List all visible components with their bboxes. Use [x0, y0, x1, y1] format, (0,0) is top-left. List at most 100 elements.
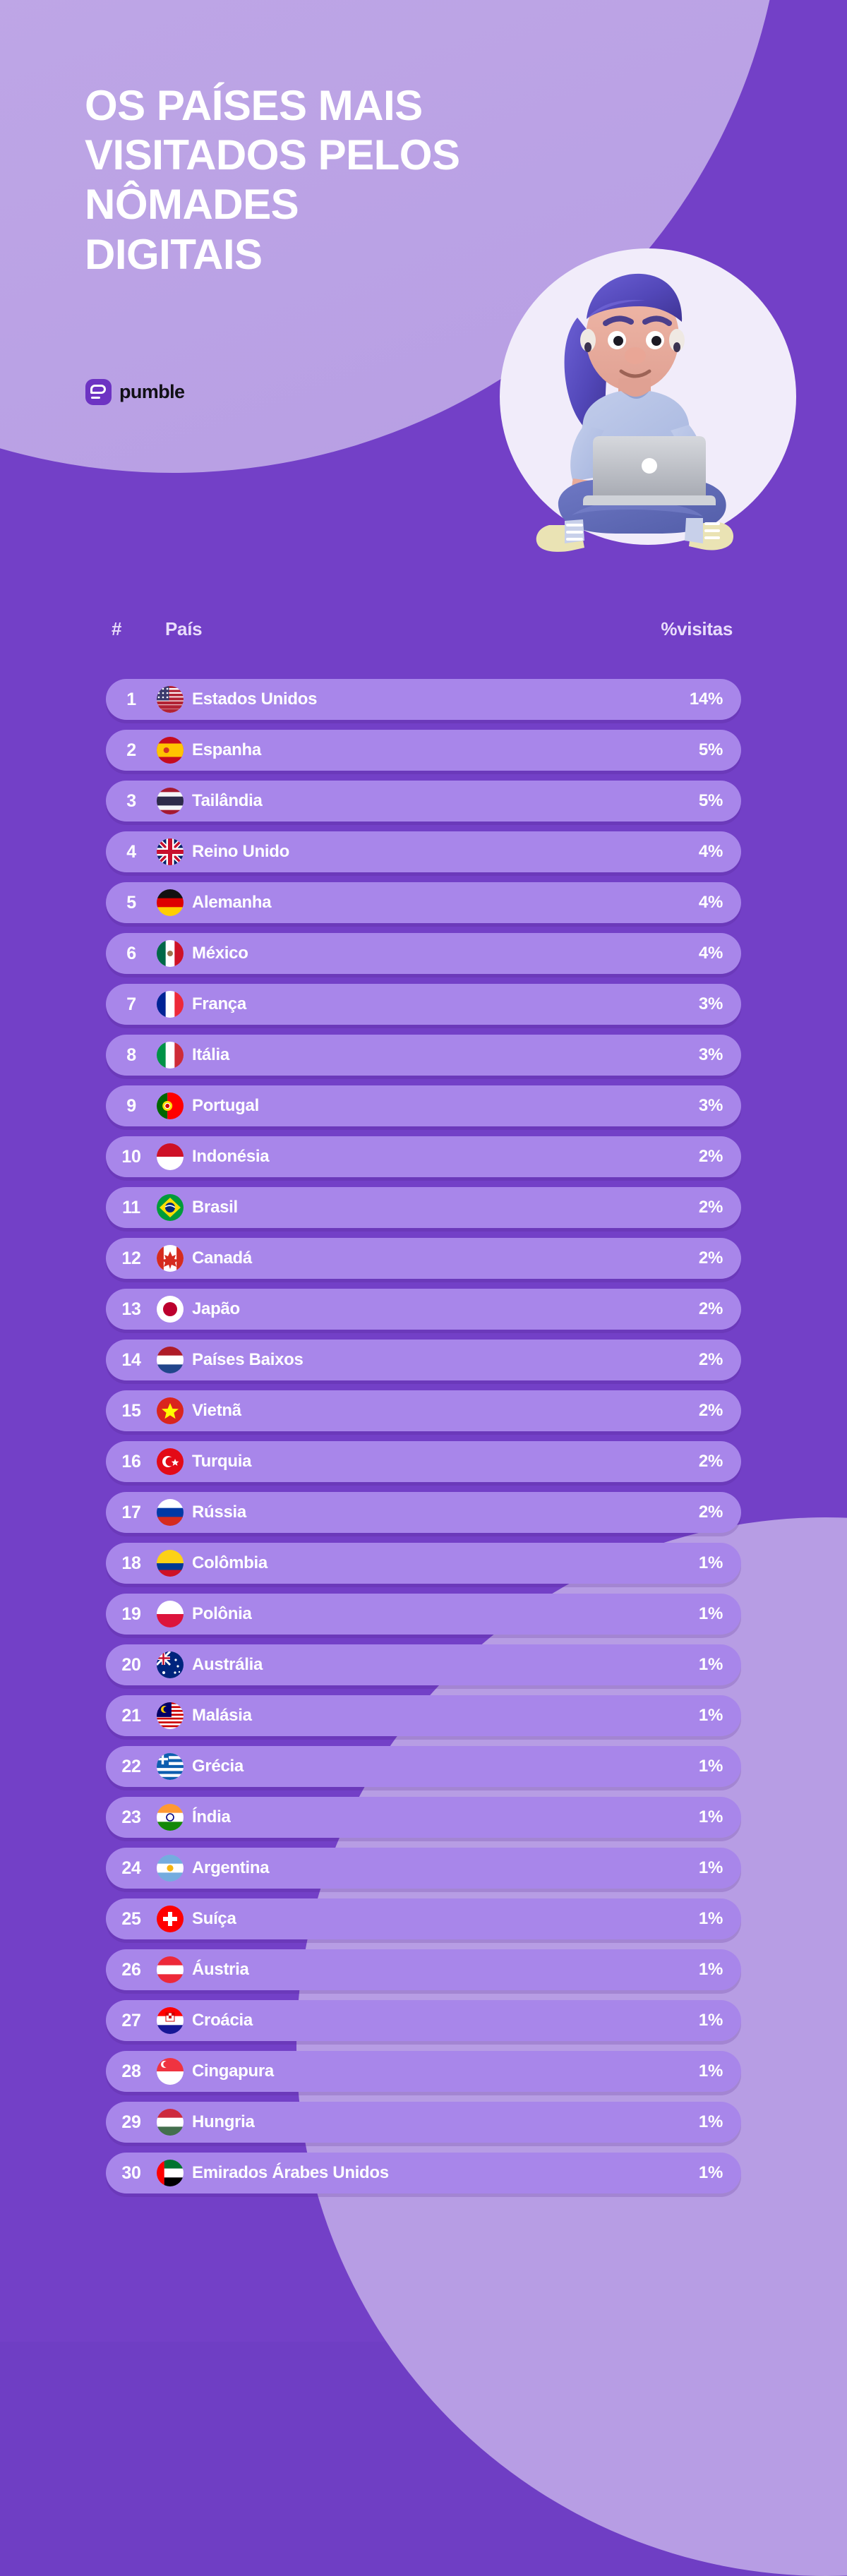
- flag-ae-icon: [157, 2160, 184, 2186]
- row-percent: 4%: [698, 944, 723, 963]
- table-row: 16 Turquia 2%: [106, 1441, 741, 1482]
- flag-tr-icon: [157, 1448, 184, 1475]
- row-rank: 27: [121, 2010, 141, 2030]
- logo-underline: [91, 397, 100, 399]
- column-header-rank: #: [112, 618, 122, 639]
- row-country-name: Reino Unido: [192, 842, 290, 861]
- flag-vn-icon: [157, 1397, 184, 1424]
- flag-pt-icon: [157, 1093, 184, 1119]
- table-row: 24 Argentina 1%: [106, 1848, 741, 1889]
- table-row: 4 Reino Unido 4%: [106, 831, 741, 872]
- row-country-name: Hungria: [192, 2112, 255, 2131]
- row-country-name: Suíça: [192, 1909, 236, 1928]
- flag-ar-icon: [157, 1855, 184, 1882]
- row-percent: 1%: [698, 2011, 723, 2030]
- table-row: 30 Emirados Árabes Unidos 1%: [106, 2153, 741, 2193]
- row-country-name: Cingapura: [192, 2062, 274, 2081]
- row-country-name: Indonésia: [192, 1147, 270, 1166]
- row-country-name: Tailândia: [192, 791, 263, 810]
- table-row: 29 Hungria 1%: [106, 2102, 741, 2143]
- row-percent: 1%: [698, 1909, 723, 1928]
- table-row: 6 México 4%: [106, 933, 741, 974]
- row-country-name: México: [192, 944, 248, 963]
- row-country-name: Itália: [192, 1045, 229, 1064]
- flag-gr-icon: [157, 1753, 184, 1780]
- speech-bubble-icon: [90, 385, 106, 394]
- flag-hr-icon: [157, 2007, 184, 2034]
- row-rank: 2: [126, 740, 136, 760]
- nomad-person-icon: [536, 273, 734, 552]
- row-percent: 3%: [698, 1096, 723, 1115]
- row-country-name: Países Baixos: [192, 1350, 304, 1369]
- row-rank: 11: [122, 1197, 140, 1217]
- row-percent: 1%: [698, 1807, 723, 1826]
- table-row: 11 Brasil 2%: [106, 1187, 741, 1228]
- row-rank: 19: [121, 1603, 141, 1624]
- row-country-name: Colômbia: [192, 1553, 268, 1572]
- row-percent: 1%: [698, 2163, 723, 2182]
- row-rank: 10: [121, 1146, 141, 1167]
- row-country-name: Vietnã: [192, 1401, 241, 1420]
- row-percent: 1%: [698, 1604, 723, 1623]
- row-country-name: Polônia: [192, 1604, 252, 1623]
- row-percent: 2%: [698, 1147, 723, 1166]
- table-row: 3 Tailândia 5%: [106, 781, 741, 821]
- row-rank: 21: [121, 1705, 141, 1726]
- row-rank: 15: [121, 1400, 141, 1421]
- row-percent: 2%: [698, 1299, 723, 1318]
- title-line-1: OS PAÍSES MAIS: [85, 82, 423, 129]
- flag-th-icon: [157, 788, 184, 814]
- flag-it-icon: [157, 1042, 184, 1069]
- row-percent: 3%: [698, 1045, 723, 1064]
- flag-my-icon: [157, 1702, 184, 1729]
- title-line-3: NÔMADES: [85, 181, 299, 229]
- row-percent: 1%: [698, 1706, 723, 1725]
- row-country-name: Espanha: [192, 740, 261, 759]
- row-rank: 30: [121, 2162, 141, 2183]
- table-row: 10 Indonésia 2%: [106, 1136, 741, 1177]
- row-country-name: Malásia: [192, 1706, 252, 1725]
- flag-gb-icon: [157, 838, 184, 865]
- flag-nl-icon: [157, 1347, 184, 1373]
- row-country-name: Estados Unidos: [192, 690, 318, 709]
- table-row: 25 Suíça 1%: [106, 1898, 741, 1939]
- row-country-name: Grécia: [192, 1757, 244, 1776]
- table-row: 1 Estados Unidos 14%: [106, 679, 741, 720]
- row-rank: 18: [121, 1553, 141, 1573]
- column-header-country: País: [165, 618, 203, 639]
- row-rank: 26: [121, 1959, 141, 1980]
- table-row: 9 Portugal 3%: [106, 1085, 741, 1126]
- row-percent: 1%: [698, 1553, 723, 1572]
- row-percent: 14%: [689, 690, 723, 709]
- pumble-wordmark: pumble: [119, 381, 185, 402]
- table-row: 17 Rússia 2%: [106, 1492, 741, 1533]
- flag-ch-icon: [157, 1906, 184, 1932]
- row-country-name: Rússia: [192, 1503, 246, 1522]
- row-rank: 6: [126, 943, 136, 963]
- row-country-name: Japão: [192, 1299, 240, 1318]
- row-rank: 24: [121, 1858, 141, 1878]
- table-row: 2 Espanha 5%: [106, 730, 741, 771]
- flag-ca-icon: [157, 1245, 184, 1272]
- row-percent: 1%: [698, 2062, 723, 2081]
- row-rank: 20: [121, 1654, 141, 1675]
- row-rank: 22: [121, 1756, 141, 1776]
- row-country-name: Canadá: [192, 1248, 252, 1268]
- row-country-name: Argentina: [192, 1858, 270, 1877]
- table-row: 14 Países Baixos 2%: [106, 1340, 741, 1380]
- flag-de-icon: [157, 889, 184, 916]
- row-country-name: Áustria: [192, 1960, 249, 1979]
- row-percent: 2%: [698, 1350, 723, 1369]
- flag-es-icon: [157, 737, 184, 764]
- table-row: 18 Colômbia 1%: [106, 1543, 741, 1584]
- table-row: 19 Polônia 1%: [106, 1594, 741, 1635]
- flag-at-icon: [157, 1956, 184, 1983]
- flag-co-icon: [157, 1550, 184, 1577]
- row-rank: 25: [121, 1908, 141, 1929]
- row-percent: 1%: [698, 1960, 723, 1979]
- row-rank: 5: [126, 892, 136, 913]
- row-percent: 1%: [698, 1757, 723, 1776]
- table-row: 7 França 3%: [106, 984, 741, 1025]
- row-rank: 12: [121, 1248, 141, 1268]
- row-rank: 23: [121, 1807, 141, 1827]
